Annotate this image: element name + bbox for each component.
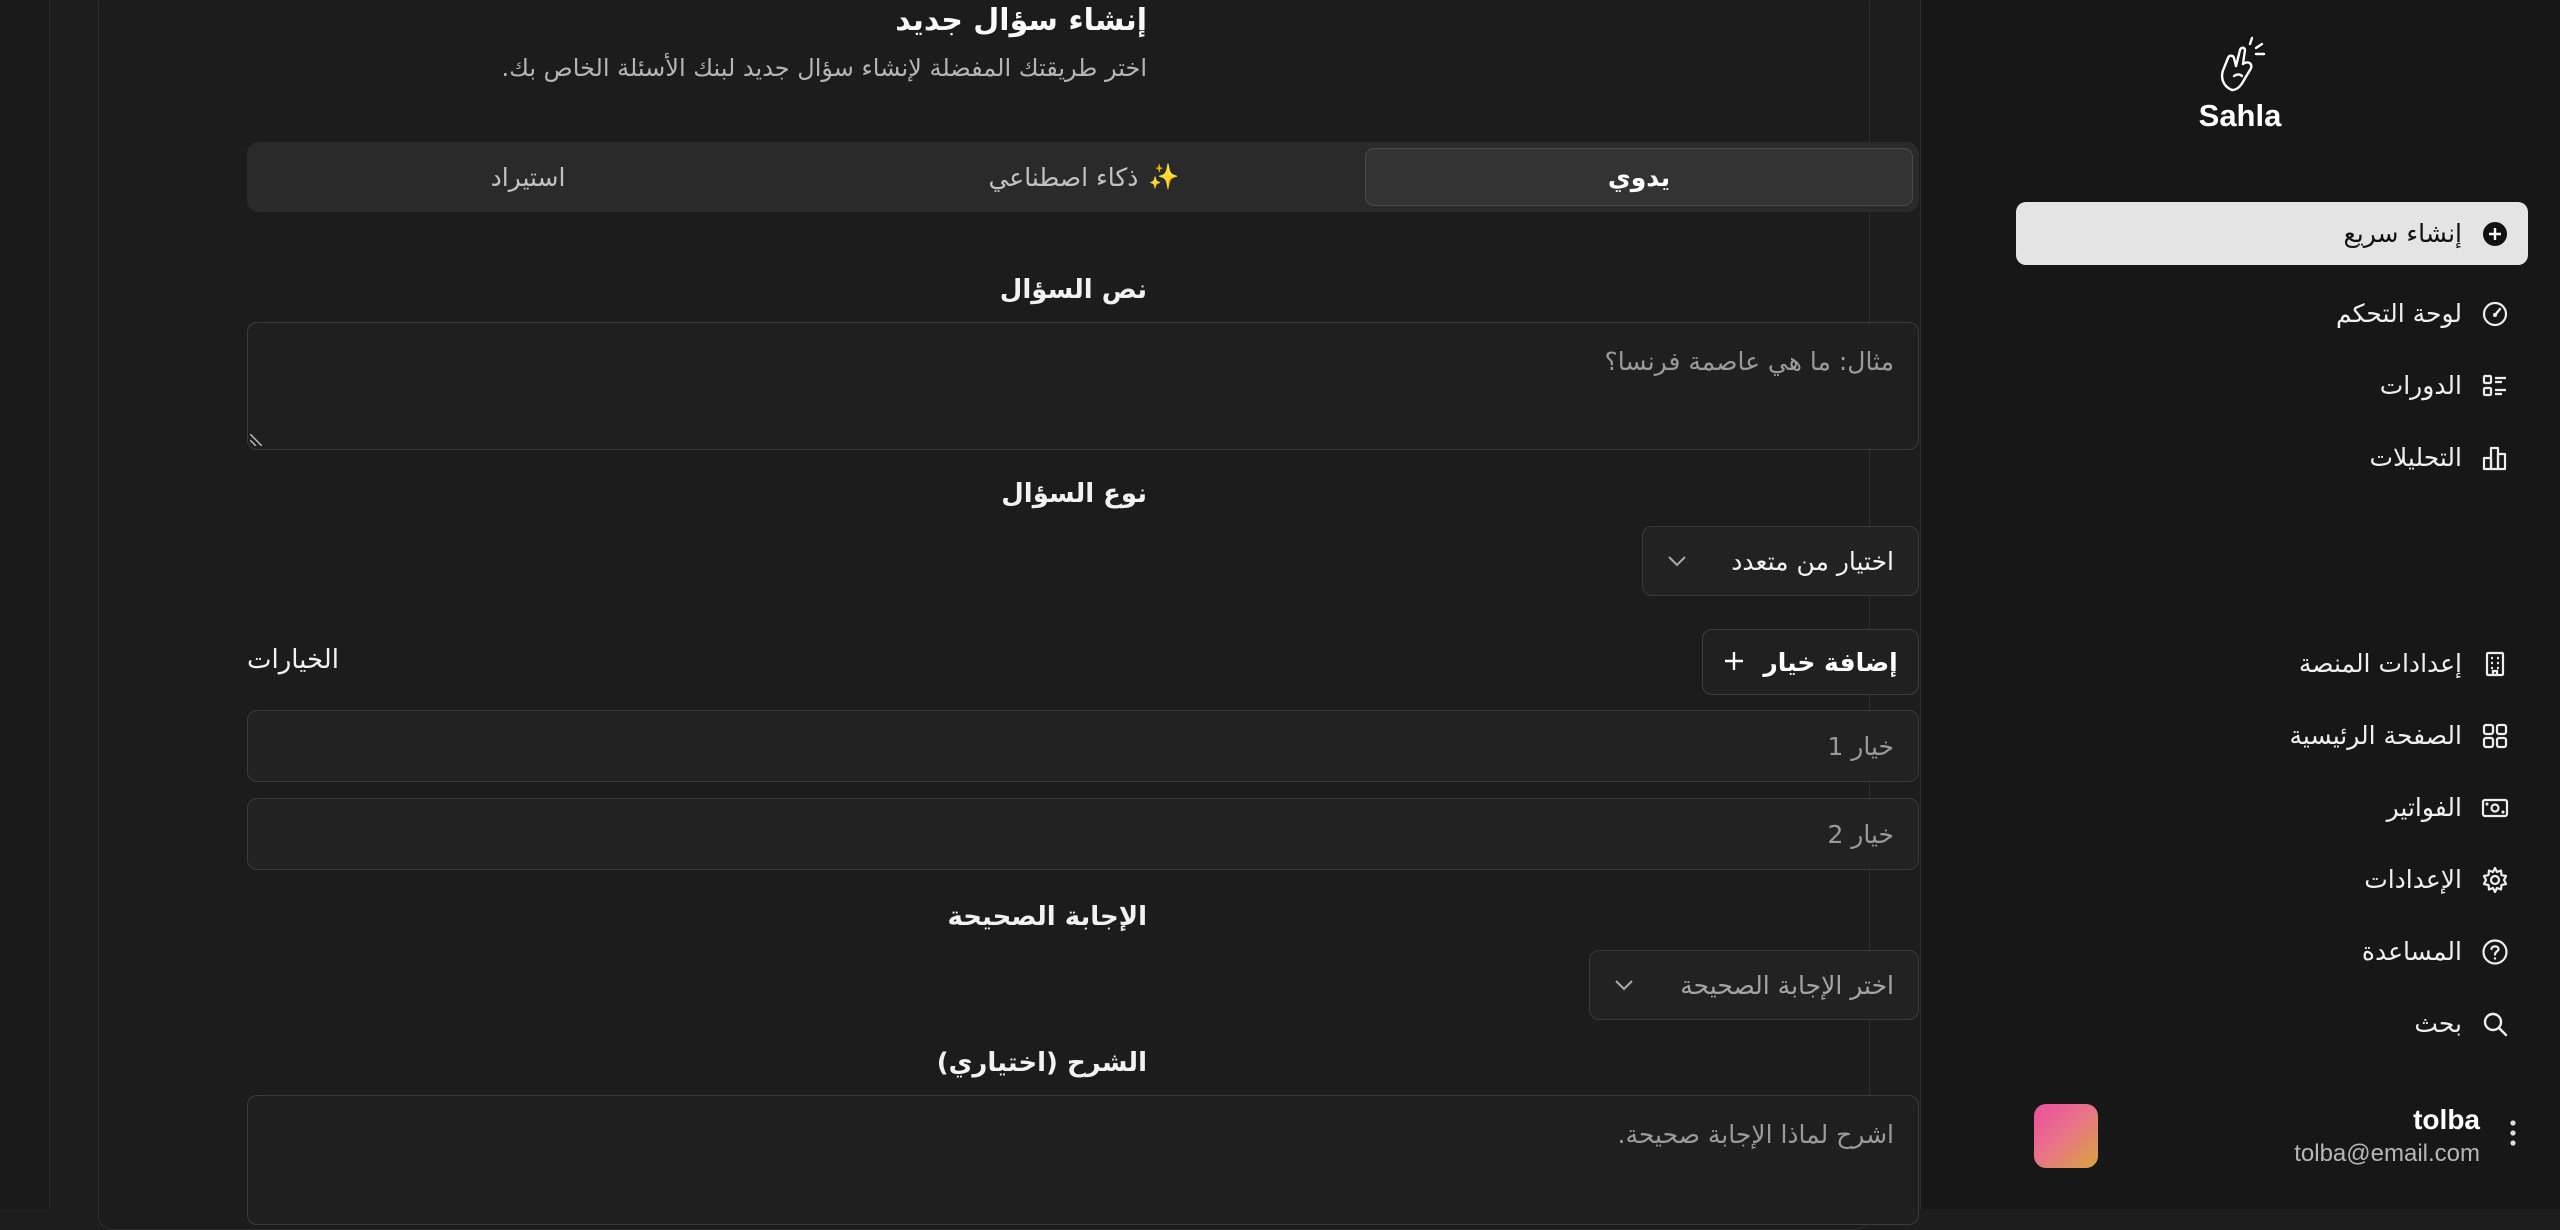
building-icon <box>2480 649 2510 679</box>
tab-manual[interactable]: يدوي <box>1365 148 1913 206</box>
sidebar-item-label: بحث <box>2414 1009 2462 1038</box>
sidebar-item-label: لوحة التحكم <box>2335 299 2462 328</box>
explanation-label: الشرح (اختياري) <box>936 1048 1147 1078</box>
sidebar-item-label: إعدادات المنصة <box>2298 649 2462 678</box>
sidebar-item-help[interactable]: المساعدة <box>2016 920 2528 983</box>
chevron-down-icon <box>1667 555 1687 567</box>
user-info: tolba tolba@email.com <box>2294 1104 2480 1168</box>
sidebar-item-quick-create[interactable]: إنشاء سريع <box>2016 202 2528 265</box>
tab-ai-label: ذكاء اصطناعي <box>988 162 1139 192</box>
avatar[interactable] <box>2034 1104 2098 1168</box>
sidebar-item-dashboard[interactable]: لوحة التحكم <box>2016 282 2528 345</box>
app-name: Sahla <box>2198 98 2282 133</box>
search-icon <box>2480 1009 2510 1039</box>
help-circle-icon <box>2480 937 2510 967</box>
correct-answer-label: الإجابة الصحيحة <box>947 902 1147 932</box>
tab-manual-label: يدوي <box>1607 162 1671 192</box>
question-type-label: نوع السؤال <box>1001 479 1147 509</box>
question-type-value: اختيار من متعدد <box>1731 546 1894 576</box>
snap-hand-icon <box>2220 36 2266 92</box>
sidebar-item-label: الدورات <box>2379 371 2462 400</box>
plus-circle-icon <box>2480 219 2510 249</box>
tab-import-label: استيراد <box>490 162 566 192</box>
create-question-card: إنشاء سؤال جديد اختر طريقتك المفضلة لإنش… <box>98 0 1919 1230</box>
sidebar-item-label: الإعدادات <box>2364 865 2462 894</box>
sidebar-item-label: التحليلات <box>2369 443 2462 472</box>
sidebar-item-platform-settings[interactable]: إعدادات المنصة <box>2016 632 2528 695</box>
sidebar-item-label: الفواتير <box>2386 793 2462 822</box>
option-input-1[interactable] <box>247 710 1919 782</box>
explanation-field[interactable] <box>247 1095 1919 1225</box>
correct-answer-select[interactable]: اختر الإجابة الصحيحة <box>1589 950 1919 1020</box>
question-text-field[interactable] <box>247 322 1919 450</box>
creation-method-tabs: يدوي ✨ ذكاء اصطناعي استيراد <box>247 142 1919 212</box>
banknote-icon <box>2480 793 2510 823</box>
grid-icon <box>2480 721 2510 751</box>
tab-import[interactable]: استيراد <box>253 148 803 206</box>
resize-handle-icon[interactable] <box>250 434 262 446</box>
sidebar-item-courses[interactable]: الدورات <box>2016 354 2528 417</box>
sidebar-item-settings[interactable]: الإعدادات <box>2016 848 2528 911</box>
question-type-select[interactable]: اختيار من متعدد <box>1642 526 1919 596</box>
gauge-icon <box>2480 299 2510 329</box>
sidebar-item-search[interactable]: بحث <box>2016 992 2528 1055</box>
user-profile[interactable]: tolba tolba@email.com <box>2016 1100 2528 1172</box>
sidebar-item-label: المساعدة <box>2361 937 2462 966</box>
option-input-2[interactable] <box>247 798 1919 870</box>
add-option-button[interactable]: إضافة خيار <box>1702 629 1919 695</box>
bar-chart-icon <box>2480 443 2510 473</box>
sparkles-icon: ✨ <box>1148 162 1180 191</box>
outer-panel-edge <box>0 0 50 1209</box>
question-text-label: نص السؤال <box>999 275 1147 305</box>
correct-answer-placeholder: اختر الإجابة الصحيحة <box>1680 970 1894 1000</box>
sidebar-item-home[interactable]: الصفحة الرئيسية <box>2016 704 2528 767</box>
sidebar: Sahla إنشاء سريع لوحة التحكم الدورات الت… <box>1920 0 2560 1209</box>
sidebar-item-label: إنشاء سريع <box>2343 219 2462 248</box>
chevron-down-icon <box>1614 979 1634 991</box>
page-subtitle: اختر طريقتك المفضلة لإنشاء سؤال جديد لبن… <box>501 54 1147 82</box>
sidebar-item-invoices[interactable]: الفواتير <box>2016 776 2528 839</box>
page-title: إنشاء سؤال جديد <box>895 3 1147 38</box>
more-vertical-icon[interactable] <box>2498 1119 2528 1153</box>
tab-ai[interactable]: ✨ ذكاء اصطناعي <box>810 148 1358 206</box>
gear-icon <box>2480 865 2510 895</box>
sidebar-item-label: الصفحة الرئيسية <box>2289 721 2463 750</box>
sidebar-item-analytics[interactable]: التحليلات <box>2016 426 2528 489</box>
plus-icon <box>1723 645 1745 680</box>
list-icon <box>2480 371 2510 401</box>
user-name: tolba <box>2413 1104 2480 1135</box>
user-email: tolba@email.com <box>2294 1140 2480 1167</box>
add-option-label: إضافة خيار <box>1763 647 1898 677</box>
options-label: الخيارات <box>247 645 339 675</box>
app-logo[interactable]: Sahla <box>1920 36 2560 134</box>
